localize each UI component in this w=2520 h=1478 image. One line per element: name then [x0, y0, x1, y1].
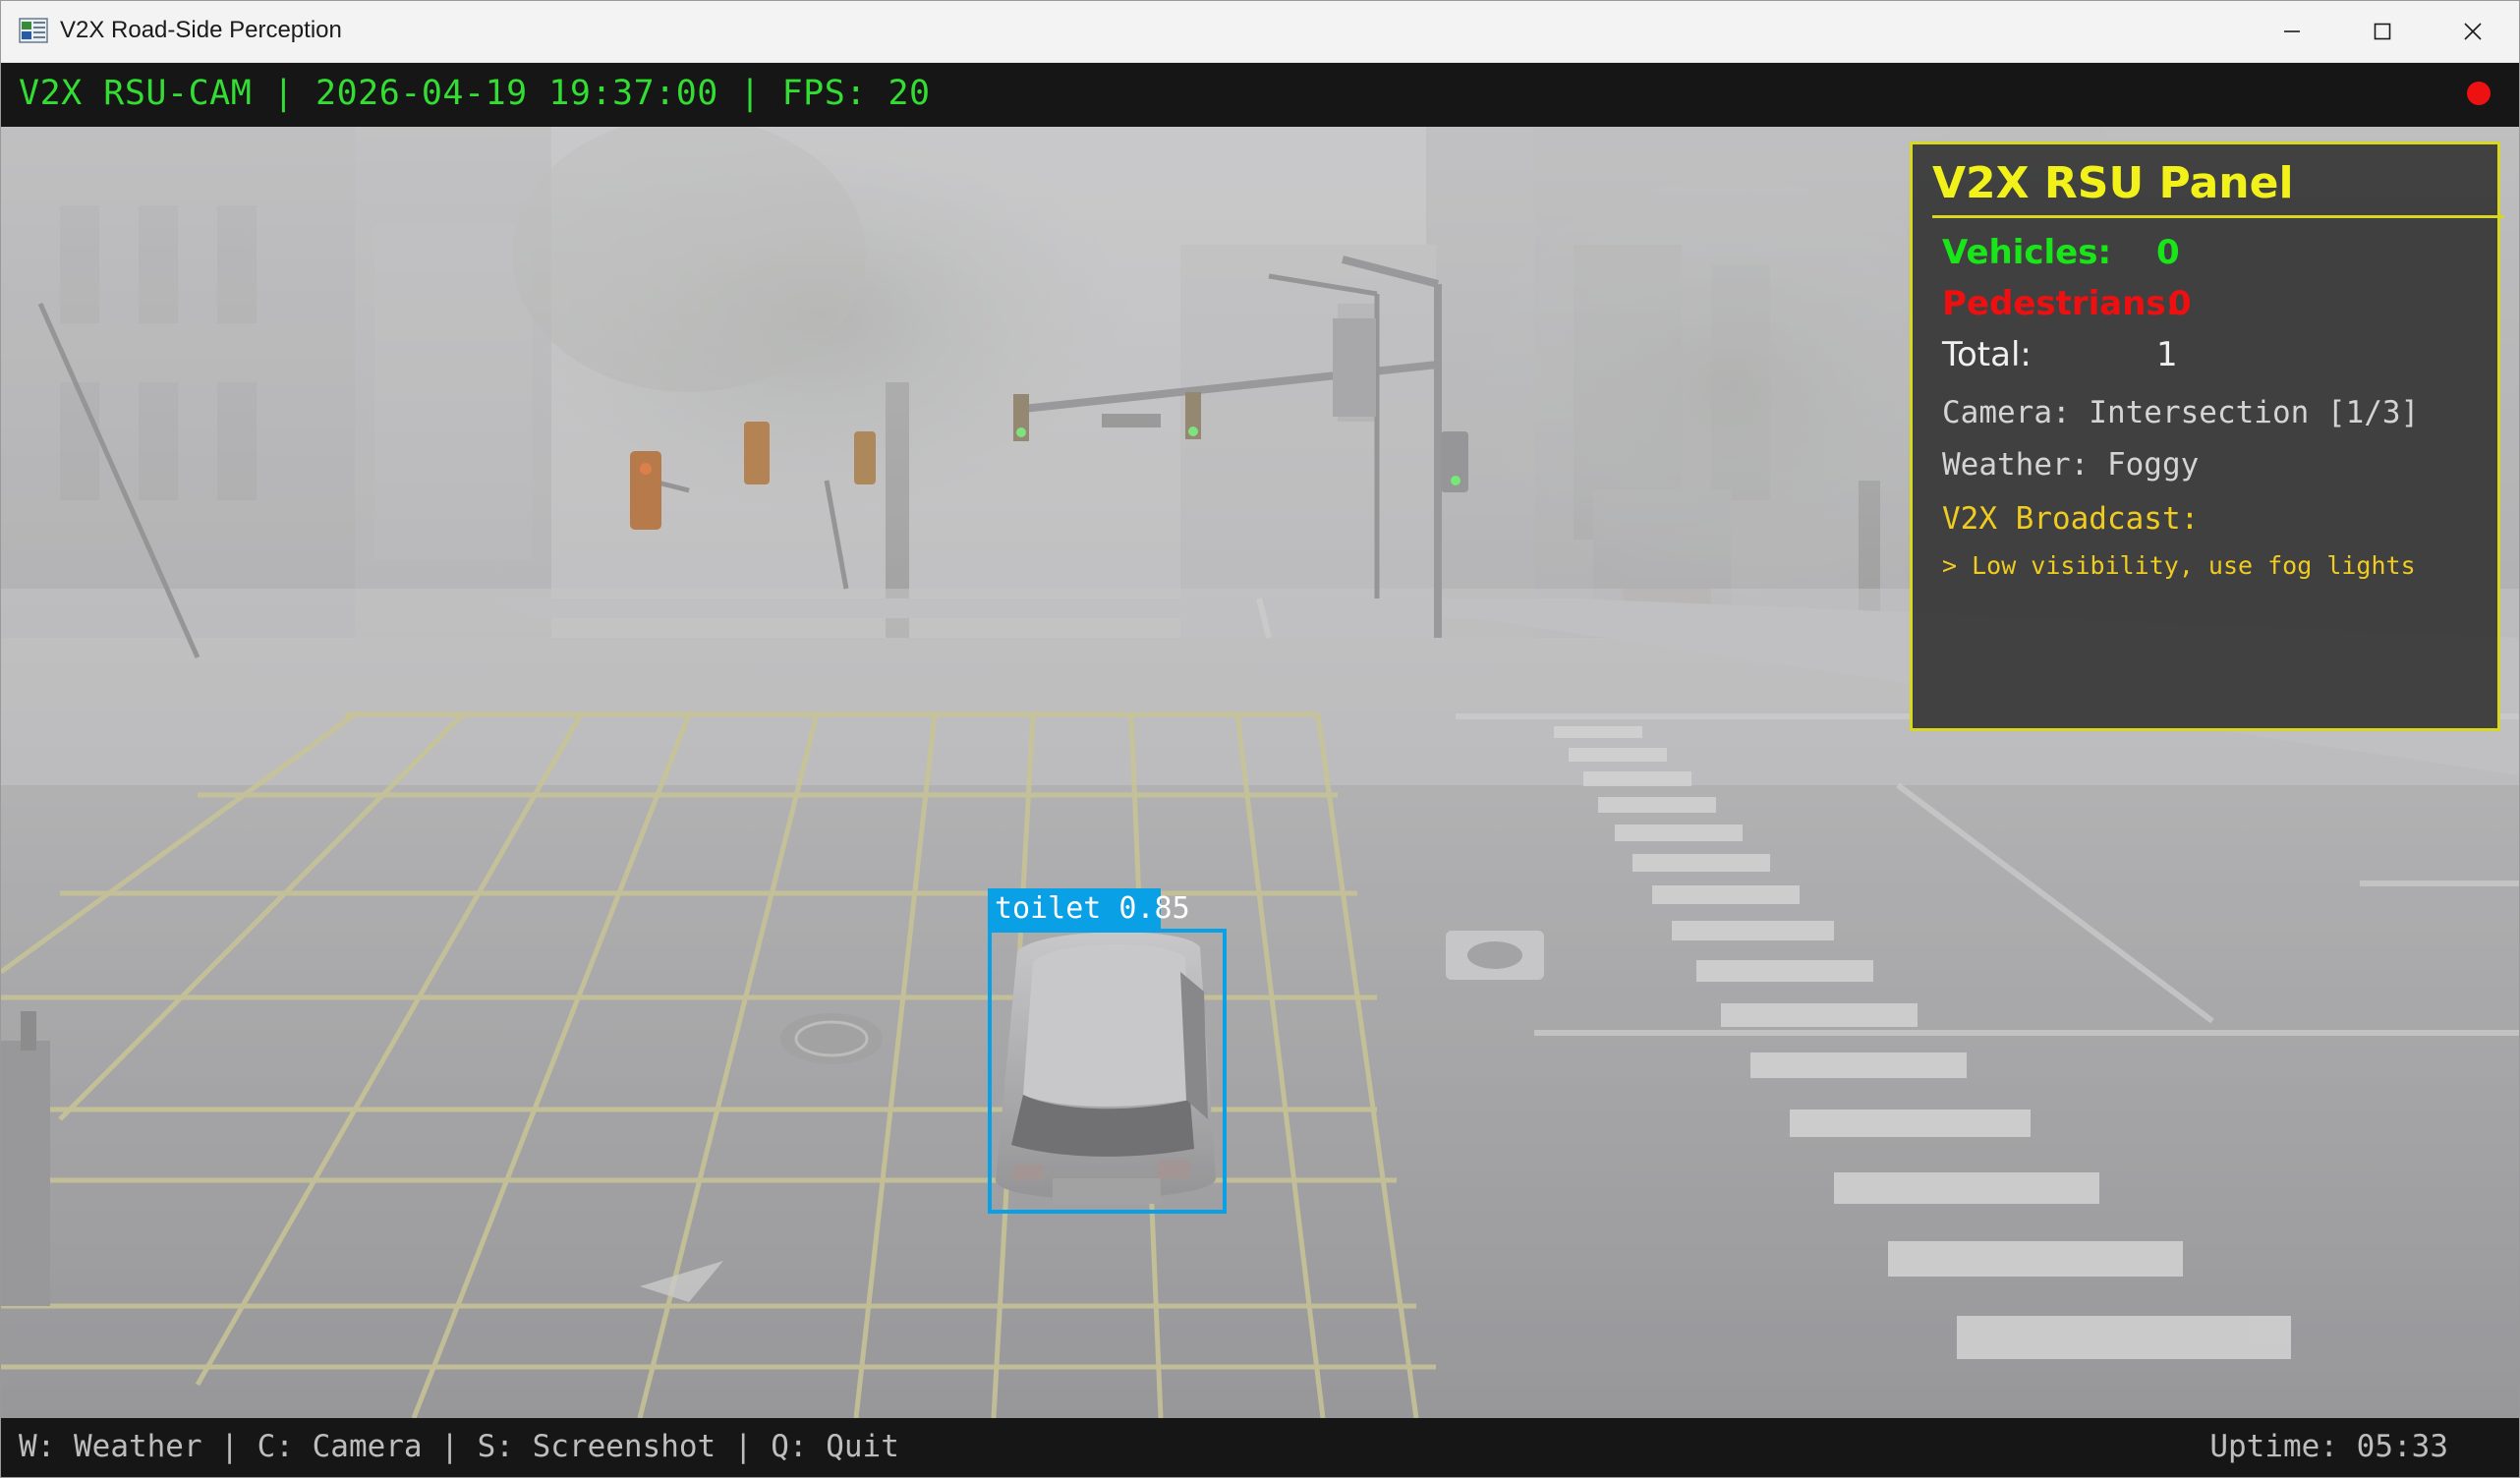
minimize-button[interactable] [2247, 1, 2337, 62]
title-bar[interactable]: V2X Road-Side Perception [1, 1, 2519, 63]
detection-box[interactable] [988, 929, 1227, 1214]
minimize-icon [2284, 30, 2300, 32]
panel-title: V2X RSU Panel [1932, 158, 2294, 208]
status-bar-top: V2X RSU-CAM | 2026-04-19 19:37:00 | FPS:… [1, 63, 2519, 127]
camera-info: Camera: Intersection [1/3] [1942, 395, 2420, 430]
pedestrians-value: 0 [2168, 284, 2192, 323]
broadcast-message: > Low visibility, use fog lights [1942, 551, 2416, 580]
close-icon [2464, 23, 2482, 40]
broadcast-label: V2X Broadcast: [1942, 501, 2200, 537]
total-value: 1 [2156, 335, 2178, 374]
app-window: V2X Road-Side Perception V2X RSU-CAM | 2… [0, 0, 2520, 1478]
detection-label: toilet 0.85 [995, 891, 1190, 926]
panel-divider [1932, 215, 2504, 218]
status-bar-bottom: W: Weather | C: Camera | S: Screenshot |… [1, 1418, 2519, 1477]
window-title: V2X Road-Side Perception [60, 17, 342, 43]
vehicles-value: 0 [2156, 233, 2180, 272]
total-label: Total: [1942, 335, 2032, 374]
vehicles-label: Vehicles: [1942, 233, 2112, 272]
keyboard-help: W: Weather | C: Camera | S: Screenshot |… [19, 1429, 899, 1464]
status-text: V2X RSU-CAM | 2026-04-19 19:37:00 | FPS:… [19, 74, 931, 113]
close-button[interactable] [2428, 1, 2518, 62]
pedestrians-label: Pedestrians: [1942, 284, 2180, 323]
rsu-panel: V2X RSU Panel Vehicles: 0 Pedestrians: 0… [1910, 142, 2504, 731]
uptime-readout: Uptime: 05:33 [2209, 1429, 2448, 1464]
window-app-icon [19, 18, 48, 43]
maximize-button[interactable] [2337, 1, 2428, 62]
rec-dot-icon [2467, 82, 2491, 105]
weather-info: Weather: Foggy [1942, 447, 2200, 483]
maximize-icon [2374, 23, 2391, 40]
